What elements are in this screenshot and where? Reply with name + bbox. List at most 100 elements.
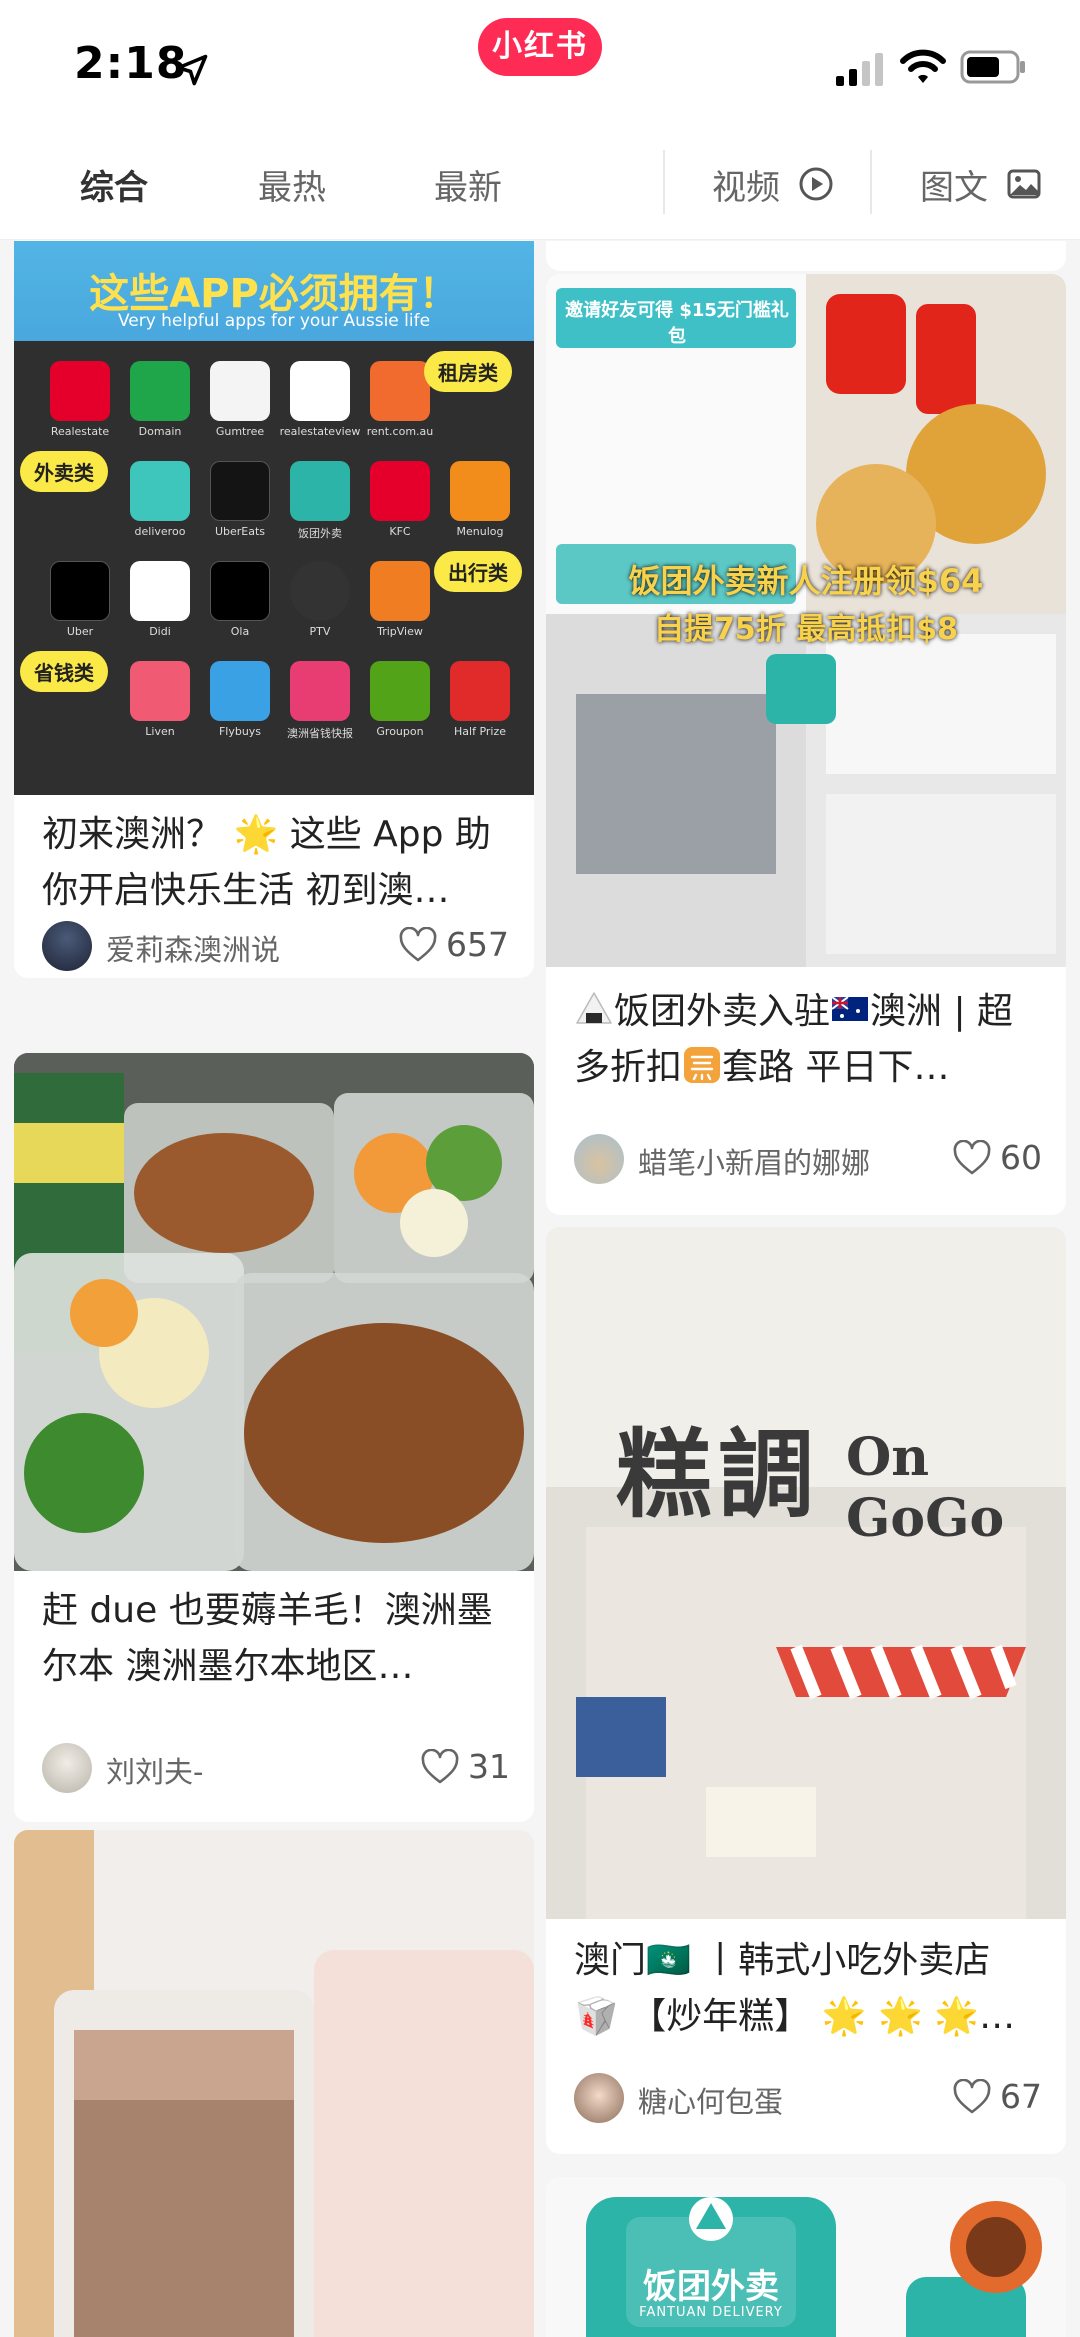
tripview-app-icon <box>370 561 430 621</box>
title-part: 套路 平日下… <box>722 1047 950 1088</box>
uber-app-icon <box>50 561 110 621</box>
note-cover-image[interactable]: 糕調 On GoGo <box>546 1227 1066 1919</box>
heart-icon <box>953 1140 991 1175</box>
app-label: Groupon <box>376 725 424 738</box>
groupon-app-icon <box>370 661 430 721</box>
app-label: Gumtree <box>215 425 265 438</box>
wifi-icon <box>900 49 946 83</box>
heart-icon <box>421 1749 459 1784</box>
app-label: PTV <box>309 625 331 638</box>
note-meta: 蜡笔小新眉的娜娜 60 <box>574 1134 1042 1184</box>
like-button[interactable]: 60 <box>952 1136 1042 1182</box>
note-title[interactable]: 赶 due 也要薅羊毛！澳洲墨尔本 澳洲墨尔本地区… <box>42 1583 510 1695</box>
gumtree-app-icon <box>210 361 270 421</box>
heart-icon <box>953 2079 991 2114</box>
author-name[interactable]: 蜡笔小新眉的娜娜 <box>638 1140 870 1182</box>
app-label: Flybuys <box>218 725 262 738</box>
like-button[interactable]: 67 <box>952 2075 1042 2121</box>
tag-rent: 租房类 <box>424 351 512 392</box>
app-label: Realestate <box>50 425 110 438</box>
app-label: deliveroo <box>134 525 186 538</box>
note-cover-image[interactable] <box>14 1830 534 2337</box>
image-icon[interactable] <box>1006 166 1042 202</box>
liven-app-icon <box>130 661 190 721</box>
flybuys-app-icon <box>210 661 270 721</box>
app-label: 饭团外卖 <box>298 527 342 540</box>
fantuan-app-icon <box>290 461 350 521</box>
note-card[interactable] <box>546 241 1066 271</box>
rice-ball-emoji-icon <box>576 992 612 1024</box>
note-meta: 糖心何包蛋 67 <box>574 2073 1042 2123</box>
tab-latest[interactable]: 最新 <box>434 160 502 209</box>
note-cover-image[interactable] <box>14 1053 534 1571</box>
note-cover-image[interactable]: 饭团外卖 FANTUAN DELIVERY <box>546 2177 1066 2337</box>
ptv-app-icon <box>290 561 350 621</box>
author-name[interactable]: 爱莉森澳洲说 <box>106 927 280 969</box>
bag-title: 饭团外卖 <box>643 2267 779 2307</box>
didi-app-icon <box>130 561 190 621</box>
like-button[interactable]: 657 <box>398 923 510 969</box>
note-card[interactable]: 饭团外卖 FANTUAN DELIVERY <box>546 2177 1066 2337</box>
status-bar: 2:18 小红书 <box>0 0 1080 130</box>
battery-icon <box>960 50 1025 84</box>
author-avatar[interactable] <box>574 2073 624 2123</box>
note-title[interactable]: 澳门🇲🇴 丨韩式小吃外卖店 🥡 【炒年糕】 🌟 🌟 🌟… <box>574 1933 1042 2045</box>
domain-app-icon <box>130 361 190 421</box>
play-circle-icon[interactable] <box>798 166 834 202</box>
title-part: 饭团外卖入驻 <box>614 991 831 1032</box>
app-label: Domain <box>138 425 182 438</box>
cellular-signal-icon <box>836 53 883 86</box>
title-line: 🥡 【炒年糕】 🌟 🌟 🌟… <box>574 1996 1016 2037</box>
app-label: rent.com.au <box>366 425 434 438</box>
author-avatar[interactable] <box>574 1134 624 1184</box>
tab-comprehensive[interactable]: 综合 <box>80 160 148 209</box>
filter-tab-bar: 综合 最热 最新 视频 图文 <box>0 130 1080 240</box>
tag-travel: 出行类 <box>434 551 522 592</box>
ubereats-app-icon <box>210 461 270 521</box>
note-feed[interactable]: 这些APP必须拥有！ Very helpful apps for your Au… <box>0 241 1080 2337</box>
author-avatar[interactable] <box>42 921 92 971</box>
app-label: Didi <box>149 625 171 638</box>
tab-divider <box>663 150 665 214</box>
author-name[interactable]: 糖心何包蛋 <box>638 2079 783 2121</box>
bubble-tea-photo <box>14 1830 534 2337</box>
note-cover-image[interactable]: 这些APP必须拥有！ Very helpful apps for your Au… <box>14 241 534 795</box>
note-card[interactable]: 邀请好友可得 $15无门槛礼包 饭团外卖新人注册领$64 自提75折 最高抵扣$… <box>546 274 1066 1215</box>
like-count: 657 <box>446 925 509 964</box>
app-label: Uber <box>66 625 94 638</box>
author-avatar[interactable] <box>42 1743 92 1793</box>
tag-food: 外卖类 <box>20 451 108 492</box>
note-card[interactable]: 这些APP必须拥有！ Very helpful apps for your Au… <box>14 241 534 978</box>
like-count: 60 <box>1000 1138 1042 1177</box>
bag-subtitle: FANTUAN DELIVERY <box>639 2305 783 2320</box>
xiaohongshu-logo: 小红书 <box>478 18 602 76</box>
app-label: 澳洲省钱快报 <box>287 727 353 740</box>
app-label: Half Prize <box>454 725 506 738</box>
note-title[interactable]: 初来澳洲？ 🌟 这些 App 助你开启快乐生活 初到澳… <box>42 807 510 919</box>
ola-app-icon <box>210 561 270 621</box>
like-count: 31 <box>468 1747 510 1786</box>
tab-image-text[interactable]: 图文 <box>920 160 988 209</box>
note-meta: 爱莉森澳洲说 657 <box>42 921 510 971</box>
tab-hottest[interactable]: 最热 <box>258 160 326 209</box>
tab-divider <box>870 150 872 214</box>
note-cover-image[interactable]: 邀请好友可得 $15无门槛礼包 饭团外卖新人注册领$64 自提75折 最高抵扣$… <box>546 274 1066 967</box>
location-arrow-icon <box>176 54 208 86</box>
app-label: Liven <box>145 725 175 738</box>
store-sign-chinese: 糕調 <box>616 1418 820 1531</box>
like-button[interactable]: 31 <box>420 1745 510 1791</box>
author-name[interactable]: 刘刘夫- <box>106 1749 203 1791</box>
tab-video[interactable]: 视频 <box>712 160 780 209</box>
savings-app-icon <box>290 661 350 721</box>
note-card[interactable]: 赶 due 也要薅羊毛！澳洲墨尔本 澳洲墨尔本地区… 刘刘夫- 31 <box>14 1053 534 1822</box>
cover-subheadline: 自提75折 最高抵扣$8 <box>654 612 958 647</box>
cover-invite-text: 邀请好友可得 $15无门槛礼包 <box>565 300 789 347</box>
note-meta: 刘刘夫- 31 <box>42 1743 510 1793</box>
note-card[interactable] <box>14 1830 534 2337</box>
heart-icon <box>399 927 437 962</box>
status-time: 2:18 <box>74 38 188 89</box>
realestate-app-icon <box>50 361 110 421</box>
note-title[interactable]: 饭团外卖入驻 澳洲 | 超多折扣 套路 平日下… <box>574 984 1042 1096</box>
store-sign-english: On GoGo <box>846 1427 1005 1549</box>
note-card[interactable]: 糕調 On GoGo 澳门🇲🇴 丨韩式小吃外卖店 🥡 【炒年糕】 🌟 🌟 🌟… … <box>546 1227 1066 2154</box>
